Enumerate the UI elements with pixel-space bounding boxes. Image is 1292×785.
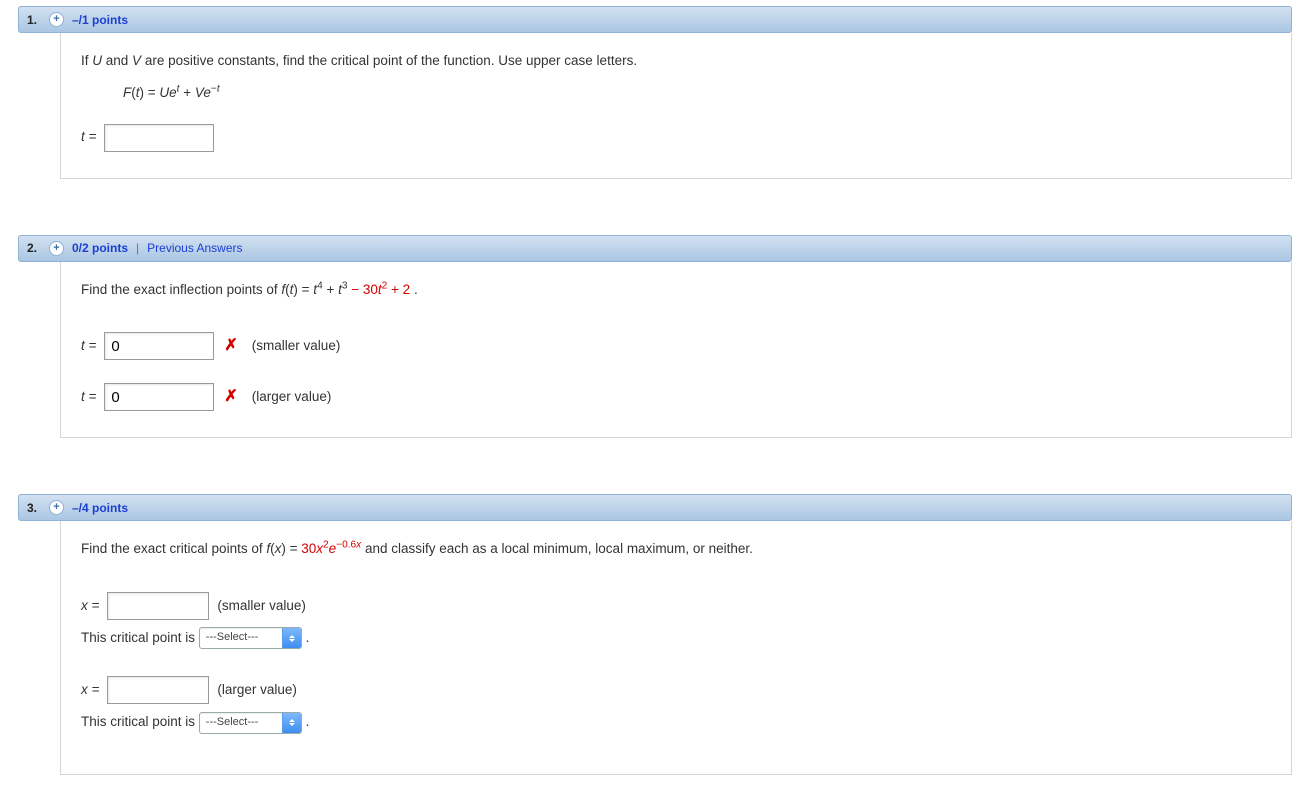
smaller-label: (smaller value): [217, 594, 306, 618]
previous-answers-link[interactable]: Previous Answers: [147, 241, 242, 255]
incorrect-icon: ✗: [222, 383, 239, 412]
answer-row-smaller: t = ✗ (smaller value): [81, 332, 1271, 361]
select-value: ---Select---: [200, 628, 282, 648]
incorrect-icon: ✗: [222, 332, 239, 361]
divider: |: [136, 241, 139, 255]
answer-row: t =: [81, 124, 1271, 152]
smaller-label: (smaller value): [252, 334, 341, 358]
answer-row-larger: x = (larger value): [81, 676, 1271, 704]
t-label: t =: [81, 125, 96, 149]
expand-icon[interactable]: +: [49, 500, 64, 515]
question-3: 3. + –/4 points Find the exact critical …: [18, 494, 1292, 775]
classify-select-smaller[interactable]: ---Select---: [199, 627, 302, 649]
question-body: Find the exact critical points of f(x) =…: [60, 521, 1292, 775]
classify-row-larger: This critical point is ---Select--- .: [81, 710, 1271, 734]
question-number: 1.: [27, 13, 41, 27]
answer-input-larger[interactable]: [107, 676, 209, 704]
question-header: 1. + –/1 points: [18, 6, 1292, 33]
prompt-text: Find the exact critical points of f(x) =…: [81, 537, 1271, 561]
answer-input-smaller[interactable]: [104, 332, 214, 360]
classify-row-smaller: This critical point is ---Select--- .: [81, 626, 1271, 650]
prompt-text: If U and V are positive constants, find …: [81, 49, 1271, 73]
question-number: 3.: [27, 501, 41, 515]
t-label: t =: [81, 385, 96, 409]
points-label: –/4 points: [72, 501, 128, 515]
larger-label: (larger value): [252, 385, 332, 409]
formula: F(t) = Uet + Ve−t: [123, 81, 1271, 105]
answer-input-t[interactable]: [104, 124, 214, 152]
answer-row-smaller: x = (smaller value): [81, 592, 1271, 620]
points-label: 0/2 points: [72, 241, 128, 255]
chevron-updown-icon[interactable]: [282, 628, 301, 648]
classify-select-larger[interactable]: ---Select---: [199, 712, 302, 734]
points-label: –/1 points: [72, 13, 128, 27]
question-header: 2. + 0/2 points | Previous Answers: [18, 235, 1292, 262]
question-header: 3. + –/4 points: [18, 494, 1292, 521]
prompt-text: Find the exact inflection points of f(t)…: [81, 278, 1271, 302]
answer-input-smaller[interactable]: [107, 592, 209, 620]
larger-label: (larger value): [217, 678, 297, 702]
select-value: ---Select---: [200, 713, 282, 733]
x-label: x =: [81, 678, 99, 702]
chevron-updown-icon[interactable]: [282, 713, 301, 733]
question-body: Find the exact inflection points of f(t)…: [60, 262, 1292, 439]
answer-input-larger[interactable]: [104, 383, 214, 411]
question-body: If U and V are positive constants, find …: [60, 33, 1292, 179]
answer-row-larger: t = ✗ (larger value): [81, 383, 1271, 412]
expand-icon[interactable]: +: [49, 241, 64, 256]
question-number: 2.: [27, 241, 41, 255]
x-label: x =: [81, 594, 99, 618]
question-1: 1. + –/1 points If U and V are positive …: [18, 6, 1292, 179]
t-label: t =: [81, 334, 96, 358]
question-2: 2. + 0/2 points | Previous Answers Find …: [18, 235, 1292, 439]
expand-icon[interactable]: +: [49, 12, 64, 27]
